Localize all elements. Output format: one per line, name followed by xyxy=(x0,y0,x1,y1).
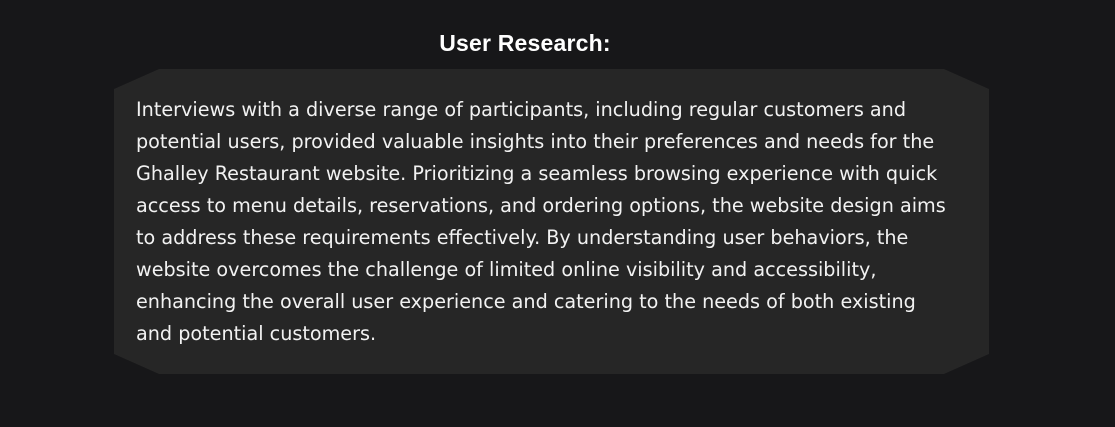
research-card: Interviews with a diverse range of parti… xyxy=(114,69,989,374)
research-description: Interviews with a diverse range of parti… xyxy=(136,98,946,345)
section-title: User Research: xyxy=(439,30,611,57)
